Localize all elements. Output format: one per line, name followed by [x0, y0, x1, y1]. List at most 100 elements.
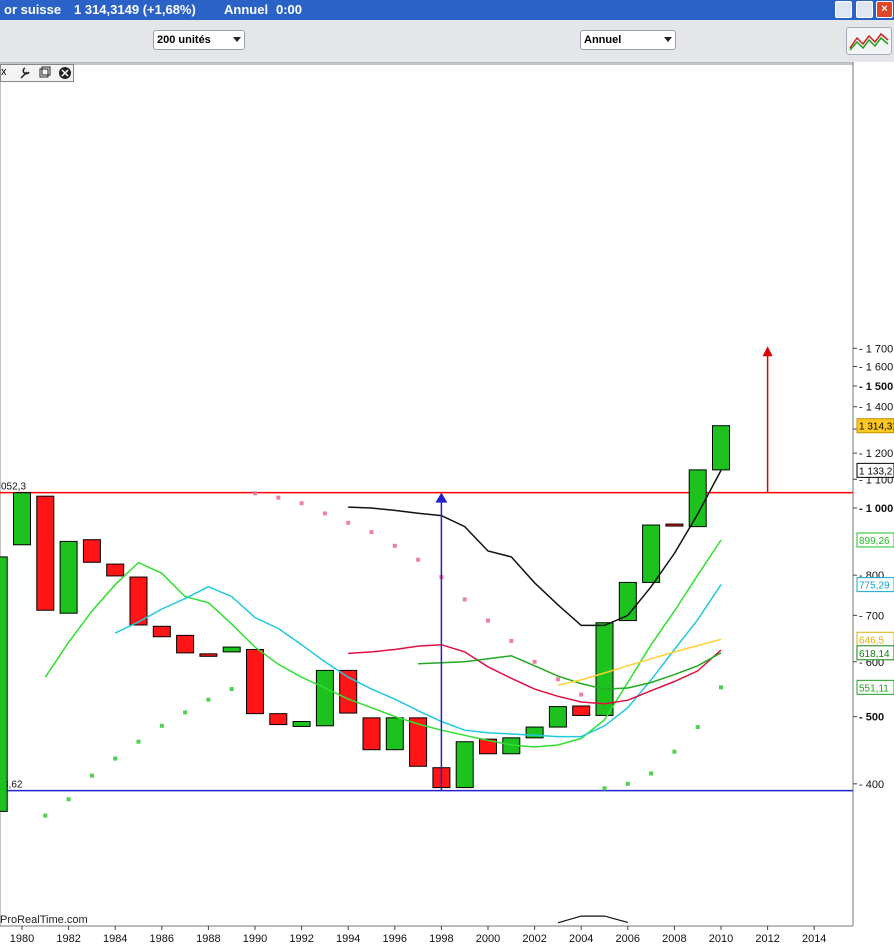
change: (+1,68%): [142, 2, 196, 17]
sar-dot-green: [113, 756, 118, 761]
candle: [385, 717, 404, 751]
panel-close-label[interactable]: x: [1, 66, 7, 78]
x-tick-label: 1994: [336, 933, 360, 945]
sar-dot-red: [532, 659, 537, 664]
value-tag-label: 551,11: [859, 683, 889, 694]
window-icon[interactable]: [39, 66, 51, 83]
candle: [362, 717, 381, 751]
candle: [246, 648, 264, 715]
chevron-down-icon: [233, 37, 241, 42]
sar-dot-red: [346, 520, 351, 525]
candle: [455, 741, 474, 789]
y-tick-label: - 1 000: [859, 503, 893, 515]
x-tick-label: 1982: [56, 933, 80, 945]
sar-dot-green: [136, 739, 141, 744]
candle: [315, 669, 334, 727]
close-circle-icon[interactable]: [58, 66, 72, 83]
instrument-price-change: 1 314,3149 (+1,68%): [74, 0, 196, 20]
sar-dot-green: [672, 749, 677, 754]
y-tick-label: - 1 700: [859, 343, 893, 355]
close-icon[interactable]: ×: [876, 1, 893, 18]
y-tick-label: - 1 500: [859, 381, 893, 393]
candle: [176, 634, 195, 654]
x-tick-label: 1984: [103, 933, 127, 945]
sar-dot-green: [602, 786, 607, 791]
sar-dot-green: [89, 773, 94, 778]
sar-dot-red: [322, 511, 327, 516]
candle: [595, 622, 614, 716]
toolbar: 200 unités Annuel: [0, 20, 894, 63]
y-tick-label: - 1 600: [859, 362, 893, 374]
value-tag-label: 775,29: [859, 581, 890, 592]
maximize-icon[interactable]: [856, 1, 873, 18]
candle: [292, 720, 311, 727]
sar-dot-red: [555, 677, 560, 682]
chart-style-icon: [849, 32, 889, 51]
sar-dot-green: [625, 781, 630, 786]
candle: [712, 425, 730, 471]
sar-dot-red: [299, 501, 304, 506]
y-tick-label: - 700: [859, 610, 884, 622]
candle: [13, 492, 31, 546]
instrument-name: or suisse: [4, 2, 62, 17]
sar-dot-red: [253, 491, 257, 496]
sar-dot-green: [719, 685, 723, 690]
candle: [152, 625, 171, 638]
sar-dot-green: [43, 813, 48, 818]
price-chart[interactable]: - 1 700- 1 600- 1 500- 1 400- 1 300- 1 2…: [0, 62, 894, 949]
candle: [688, 469, 707, 528]
x-tick-label: 1992: [289, 933, 313, 945]
sar-dot-green: [159, 723, 164, 728]
y-tick-label: - 1 400: [859, 402, 893, 414]
x-tick-label: 2004: [569, 933, 593, 945]
x-tick-label: 1986: [150, 933, 174, 945]
minimize-icon[interactable]: [835, 1, 852, 18]
candle: [59, 540, 78, 614]
value-tag-label: 618,14: [859, 649, 890, 660]
plot-area: [0, 63, 854, 927]
sar-dot-red: [276, 495, 281, 500]
x-tick-label: 1990: [243, 933, 267, 945]
sar-dot-green: [66, 797, 71, 802]
period-select[interactable]: Annuel: [580, 30, 676, 50]
watermark: ProRealTime.com: [0, 914, 88, 926]
wrench-icon[interactable]: [19, 66, 31, 83]
sar-dot-green: [695, 725, 700, 730]
candle: [0, 556, 8, 812]
x-tick-label: 1980: [10, 933, 34, 945]
x-tick-label: 1996: [383, 933, 407, 945]
y-tick-label: - 500: [859, 712, 884, 724]
candle: [572, 705, 591, 716]
candle: [665, 523, 684, 527]
candle: [548, 706, 567, 728]
candle: [106, 563, 125, 577]
title-bar: or suisse 1 314,3149 (+1,68%) Annuel 0:0…: [0, 0, 894, 20]
sar-dot-green: [229, 687, 234, 692]
sar-dot-red: [416, 557, 421, 562]
value-tag-label: 899,26: [859, 536, 890, 547]
candle: [199, 653, 218, 657]
sar-dot-red: [392, 543, 397, 548]
sar-dot-red: [369, 530, 374, 535]
period-select-value: Annuel: [584, 34, 622, 46]
chart-type-button[interactable]: [846, 27, 892, 55]
x-tick-label: 2010: [709, 933, 733, 945]
candle: [642, 524, 661, 583]
x-tick-label: 1988: [196, 933, 220, 945]
y-tick-label: - 400: [859, 779, 884, 791]
x-tick-label: 2002: [522, 933, 546, 945]
resistance-label: 052,3: [1, 482, 26, 493]
x-tick-label: 2006: [616, 933, 640, 945]
x-tick-label: 2000: [476, 933, 500, 945]
period-label: Annuel: [224, 2, 269, 17]
sar-dot-red: [509, 638, 514, 643]
sar-dot-green: [183, 710, 188, 715]
panel-controls: x: [0, 64, 74, 82]
time-label: 0:00: [276, 2, 303, 17]
candle: [36, 495, 55, 611]
candle: [82, 539, 101, 563]
value-tag-label: 1 314,31: [859, 422, 894, 433]
sar-dot-red: [579, 692, 584, 697]
sar-dot-red: [486, 618, 490, 623]
units-select[interactable]: 200 unités: [153, 30, 245, 50]
